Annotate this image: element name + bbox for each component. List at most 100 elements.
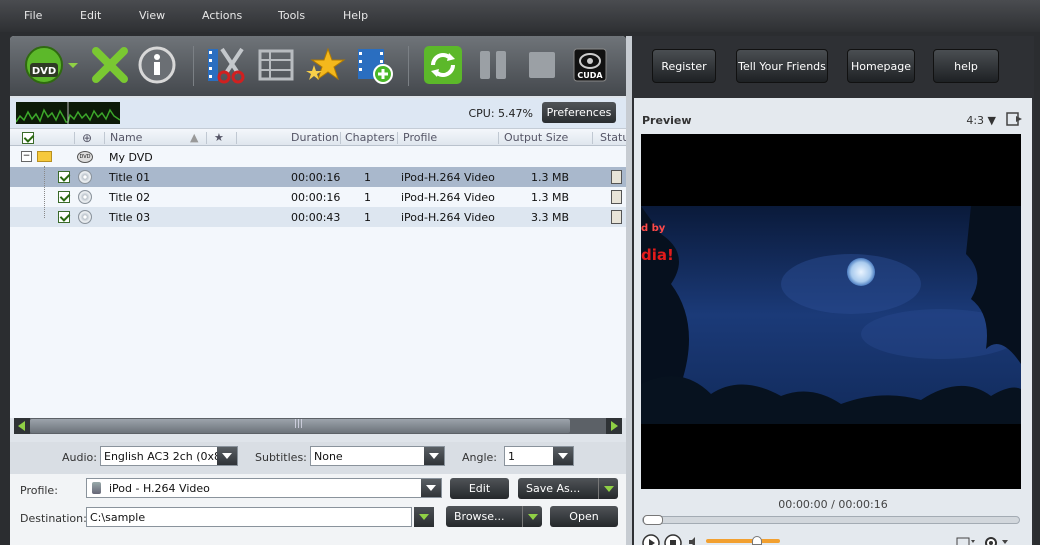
menu-tools[interactable]: Tools	[278, 9, 305, 22]
column-profile[interactable]: Profile	[403, 131, 437, 144]
pause-icon[interactable]	[474, 45, 514, 85]
column-name[interactable]: Name	[110, 131, 142, 144]
menu-view[interactable]: View	[139, 9, 165, 22]
svg-text:d by: d by	[641, 223, 666, 234]
preview-title: Preview	[642, 114, 692, 127]
snapshot-folder-icon[interactable]	[956, 535, 976, 545]
horizontal-scrollbar[interactable]: |||	[14, 418, 622, 434]
preferences-button[interactable]: Preferences	[542, 102, 616, 123]
help-button[interactable]: help	[933, 49, 999, 83]
menu-bar: File Edit View Actions Tools Help	[0, 0, 1040, 32]
subtitles-select[interactable]: None	[310, 446, 445, 466]
delete-icon[interactable]	[90, 45, 130, 85]
header-separator	[498, 132, 499, 144]
seek-bar[interactable]	[642, 515, 1020, 525]
cpu-usage: CPU: 5.47%	[468, 107, 533, 120]
dvd-disc-icon: DVD	[77, 151, 93, 163]
aspect-ratio-select[interactable]: 4:3 ▼	[966, 114, 996, 127]
chevron-down-icon[interactable]	[424, 447, 444, 465]
table-row[interactable]: Title 03 00:00:43 1 iPod-H.264 Video 3.3…	[10, 207, 626, 227]
table-row[interactable]: Title 02 00:00:16 1 iPod-H.264 Video 1.3…	[10, 187, 626, 207]
browse-button[interactable]: Browse...	[446, 506, 542, 527]
header-separator	[206, 132, 207, 144]
scroll-left-button[interactable]	[14, 418, 30, 434]
effects-icon[interactable]	[306, 45, 346, 85]
volume-slider[interactable]	[706, 539, 780, 543]
row-checkbox[interactable]	[58, 211, 70, 223]
save-as-button[interactable]: Save As...	[518, 478, 618, 499]
collapse-icon[interactable]: −	[21, 151, 32, 162]
select-all-checkbox[interactable]	[22, 132, 34, 144]
star-icon[interactable]: ★	[214, 131, 224, 144]
homepage-button[interactable]: Homepage	[847, 49, 915, 83]
row-chapters: 1	[364, 211, 371, 224]
volume-icon[interactable]	[688, 536, 700, 545]
destination-history-icon[interactable]	[414, 507, 434, 527]
chevron-down-icon[interactable]	[522, 506, 542, 527]
menu-help[interactable]: Help	[343, 9, 368, 22]
cuda-icon[interactable]: CUDA	[572, 45, 608, 85]
edit-button[interactable]: Edit	[450, 478, 509, 499]
profile-select[interactable]: iPod - H.264 Video	[86, 478, 442, 498]
svg-text:CUDA: CUDA	[577, 71, 603, 80]
register-button[interactable]: Register	[652, 49, 716, 83]
chevron-down-icon[interactable]	[421, 479, 441, 497]
row-title: Title 02	[109, 191, 151, 204]
row-size: 3.3 MB	[531, 211, 570, 224]
table-row[interactable]: Title 01 00:00:16 1 iPod-H.264 Video 1.3…	[10, 167, 626, 187]
seek-handle[interactable]	[643, 515, 663, 525]
row-duration: 00:00:16	[291, 191, 341, 204]
column-output-size[interactable]: Output Size	[504, 131, 568, 144]
chevron-down-icon[interactable]	[598, 478, 618, 499]
group-row[interactable]: − DVD My DVD	[10, 147, 626, 167]
chapters-icon[interactable]	[256, 45, 296, 85]
ipod-icon	[92, 482, 101, 494]
header-separator	[397, 132, 398, 144]
profile-label: Profile:	[20, 484, 58, 497]
add-file-icon[interactable]	[354, 45, 394, 85]
open-button[interactable]: Open	[550, 506, 618, 527]
toolbar-separator	[193, 46, 194, 86]
menu-edit[interactable]: Edit	[80, 9, 101, 22]
column-chapters[interactable]: Chapters	[345, 131, 395, 144]
row-checkbox[interactable]	[58, 191, 70, 203]
folder-icon	[37, 151, 52, 162]
dvd-icon[interactable]: DVD	[24, 45, 82, 85]
clipboard-icon[interactable]	[611, 170, 622, 184]
scroll-grip: |||	[294, 419, 304, 429]
tell-friends-button[interactable]: Tell Your Friends	[736, 49, 828, 83]
disc-icon	[78, 190, 92, 204]
menu-actions[interactable]: Actions	[202, 9, 242, 22]
destination-label: Destination:	[20, 512, 87, 525]
snapshot-camera-icon[interactable]	[984, 535, 1010, 545]
column-status[interactable]: Statu	[600, 131, 626, 144]
svg-text:dia!: dia!	[641, 246, 674, 264]
cut-icon[interactable]	[206, 45, 246, 85]
chevron-down-icon[interactable]	[553, 447, 573, 465]
toolbar-separator	[408, 46, 409, 86]
destination-input[interactable]: C:\sample	[86, 507, 412, 527]
cpu-strip: CPU: 5.47% Preferences	[10, 98, 626, 128]
stop-playback-button[interactable]	[664, 534, 682, 545]
volume-handle[interactable]	[752, 536, 762, 545]
scroll-right-button[interactable]	[606, 418, 622, 434]
row-profile: iPod-H.264 Video	[401, 171, 495, 184]
play-button[interactable]	[642, 534, 660, 545]
column-duration[interactable]: Duration	[291, 131, 339, 144]
menu-file[interactable]: File	[24, 9, 42, 22]
clipboard-icon[interactable]	[611, 190, 622, 204]
convert-icon[interactable]	[423, 45, 463, 85]
stop-icon[interactable]	[522, 45, 562, 85]
info-icon[interactable]	[137, 45, 177, 85]
audio-waveform	[15, 102, 121, 124]
title-list: − DVD My DVD Title 01 00:00:16 1 iPod-H.…	[10, 146, 626, 418]
row-checkbox[interactable]	[58, 171, 70, 183]
detach-preview-icon[interactable]	[1006, 112, 1024, 126]
chevron-down-icon[interactable]	[217, 447, 237, 465]
audio-select[interactable]: English AC3 2ch (0x80	[100, 446, 238, 466]
scroll-thumb[interactable]: |||	[30, 419, 570, 433]
clipboard-icon[interactable]	[611, 210, 622, 224]
disc-icon	[78, 170, 92, 184]
svg-text:DVD: DVD	[32, 66, 56, 77]
angle-select[interactable]: 1	[504, 446, 574, 466]
